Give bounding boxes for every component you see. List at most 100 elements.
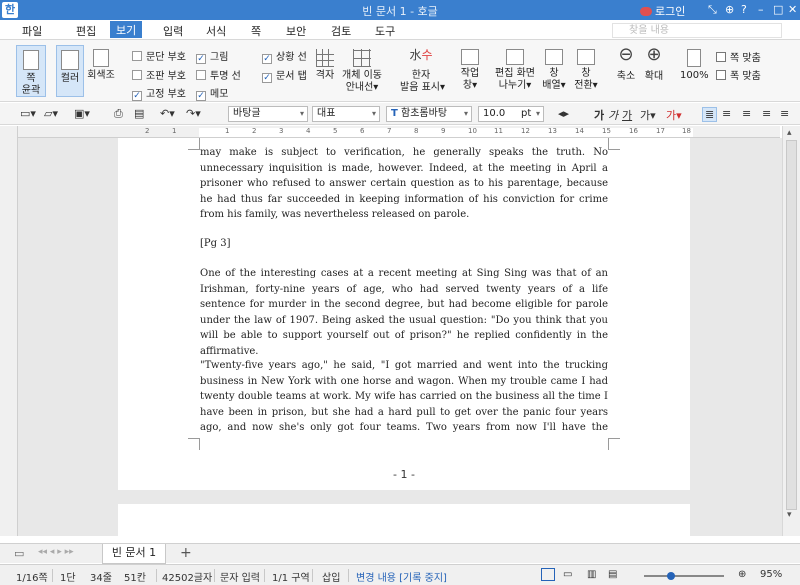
fullscreen-icon[interactable]: ⤡ (708, 3, 717, 17)
format-toolbar: ▭▾ ▱▾ ▣▾ ⎙ ▤ ↶▾ ↷▾ 바탕글 ▾ 대표 ▾ T 함초롬바탕 ▾ 10.… (0, 103, 800, 125)
check-transparent-line[interactable]: 투명 선 (196, 67, 241, 82)
align-justify-button[interactable]: ≣ (702, 107, 718, 122)
font-color-button[interactable]: 가▾ (666, 107, 682, 123)
underline-button[interactable]: 가 (622, 107, 632, 123)
align-center-button[interactable]: ≡ (742, 107, 751, 120)
checkbox-checked[interactable]: ✓ (262, 54, 272, 64)
align-left-button[interactable]: ≡ (722, 107, 731, 120)
zoom-out-button[interactable]: ⊖ 축소 (613, 46, 639, 83)
status-input-mode[interactable]: 문자 입력 (220, 569, 260, 584)
open-icon[interactable]: ▱▾ (44, 107, 58, 120)
status-line: 34줄 (90, 573, 112, 584)
menu-file[interactable]: 파일 (22, 23, 42, 39)
document-page[interactable]: may make is subject to verification, he … (118, 138, 690, 490)
language-select[interactable]: 대표 ▾ (312, 106, 380, 122)
switch-window-button[interactable]: 창 전환▾ (572, 49, 600, 92)
body-paragraph[interactable]: may make is subject to verification, he … (200, 145, 608, 223)
page-marker-paragraph[interactable]: [Pg 3] (200, 236, 608, 252)
hanja-pronounce-button[interactable]: 水수 한자 발음 표시▾ (400, 49, 445, 94)
align-right-button[interactable]: ≡ (762, 107, 771, 120)
checkbox[interactable] (132, 51, 142, 61)
help-icon[interactable]: ? (741, 3, 747, 16)
maximize-button[interactable]: □ (773, 3, 783, 16)
color-button[interactable]: 컬러 (56, 45, 84, 97)
page-down-icon[interactable]: ▾ (787, 510, 792, 520)
checkbox-checked[interactable]: ✓ (196, 54, 206, 64)
arrange-window-button[interactable]: 창 배열▾ (540, 49, 568, 92)
view-web-icon[interactable]: ▭ (563, 569, 572, 580)
bold-button[interactable]: 가 (594, 107, 604, 123)
zoom-slider-thumb[interactable] (667, 572, 675, 580)
view-draft-icon[interactable]: ▤ (608, 569, 617, 580)
menu-format[interactable]: 서식 (206, 23, 226, 39)
checkbox-checked[interactable]: ✓ (132, 91, 142, 101)
style-select[interactable]: 바탕글 ▾ (228, 106, 308, 122)
fit-width-button[interactable]: 폭 맞춤 (716, 67, 761, 82)
undo-icon[interactable]: ↶▾ (160, 107, 175, 120)
fit-page-button[interactable]: 쪽 맞춤 (716, 49, 761, 64)
checkbox[interactable] (196, 70, 206, 80)
close-button[interactable]: ✕ (788, 3, 797, 16)
checkbox-checked[interactable]: ✓ (196, 91, 206, 101)
italic-button[interactable]: 가 (608, 107, 618, 123)
print-icon[interactable]: ⎙ (114, 107, 123, 121)
check-status-line[interactable]: ✓ 상황 선 (262, 48, 307, 64)
guide-line-button[interactable]: 개체 이동 안내선▾ (342, 49, 382, 94)
vertical-ruler[interactable] (0, 126, 18, 536)
next-page[interactable] (118, 504, 690, 536)
menu-tools[interactable]: 도구 (375, 23, 395, 39)
grayscale-button[interactable]: 회색조 (87, 49, 115, 82)
page-outline-button[interactable]: 쪽 윤곽 (16, 45, 46, 97)
body-paragraph[interactable]: "Twenty-five years ago," he said, "I got… (200, 358, 608, 434)
font-select[interactable]: T 함초롬바탕 ▾ (386, 106, 472, 122)
horizontal-ruler[interactable]: 2 1 1 2 3 4 5 6 7 8 9 10 11 12 13 14 15 … (18, 126, 780, 138)
font-size-input[interactable]: 10.0 pt ▾ (478, 106, 544, 122)
tab-document-1[interactable]: 빈 문서 1 (102, 544, 166, 564)
status-insert-mode[interactable]: 삽입 (322, 569, 340, 584)
move-icon[interactable]: ⊕ (725, 3, 734, 16)
body-paragraph[interactable]: One of the interesting cases at a recent… (200, 266, 608, 359)
check-picture[interactable]: ✓ 그림 (196, 48, 228, 64)
check-doc-tab[interactable]: ✓ 문서 탭 (262, 67, 307, 83)
menu-edit[interactable]: 편집 (76, 23, 96, 39)
align-distribute-button[interactable]: ≡ (780, 107, 789, 120)
font-size-stepper[interactable]: ◂▸ (558, 107, 569, 120)
status-track-changes[interactable]: 변경 내용 [기록 중지] (356, 569, 447, 584)
preview-icon[interactable]: ▤ (134, 107, 144, 120)
add-tab-button[interactable]: + (180, 545, 192, 561)
strike-button[interactable]: 가▾ (640, 107, 656, 123)
task-pane-button[interactable]: 작업 창▾ (456, 49, 484, 92)
view-page-icon[interactable] (541, 568, 555, 581)
redo-icon[interactable]: ↷▾ (186, 107, 201, 120)
scroll-thumb[interactable] (786, 140, 797, 510)
tab-nav-icons[interactable]: ◂◂ ◂ ▸ ▸▸ (38, 547, 74, 557)
zoom-in-button[interactable]: ⊕ 확대 (641, 46, 667, 83)
view-outline-icon[interactable]: ▥ (587, 569, 596, 580)
zoom-slider[interactable] (644, 575, 724, 577)
save-icon[interactable]: ▣▾ (74, 107, 90, 120)
margin-corner (188, 438, 200, 450)
vertical-scrollbar[interactable]: ▴ ▾ (782, 126, 800, 536)
check-paragraph-mark[interactable]: 문단 부호 (132, 48, 186, 63)
split-view-button[interactable]: 편집 화면 나누기▾ (494, 49, 536, 92)
menu-security[interactable]: 보안 (286, 23, 306, 39)
checkbox[interactable] (132, 70, 142, 80)
check-memo[interactable]: ✓ 메모 (196, 85, 228, 101)
grid-button[interactable]: 격자 (313, 49, 337, 82)
check-layout-mark[interactable]: 조판 부호 (132, 67, 186, 82)
menu-review[interactable]: 검토 (331, 23, 351, 39)
check-fixed-mark[interactable]: ✓ 고정 부호 (132, 85, 186, 101)
new-doc-icon[interactable]: ▭▾ (20, 107, 36, 120)
login-button[interactable]: 로그인 (640, 3, 685, 19)
menu-insert[interactable]: 입력 (163, 23, 183, 39)
tab-list-icon[interactable]: ▭ (14, 547, 24, 560)
menu-search-input[interactable]: 찾을 내용 (612, 23, 782, 38)
menu-view[interactable]: 보기 (110, 21, 143, 38)
zoom-in-small-icon[interactable]: ⊕ (738, 569, 746, 580)
minimize-button[interactable]: – (758, 3, 764, 16)
menu-page[interactable]: 쪽 (251, 23, 261, 39)
scroll-up-icon[interactable]: ▴ (787, 128, 792, 138)
checkbox-checked[interactable]: ✓ (262, 73, 272, 83)
status-zoom[interactable]: 95% (760, 569, 782, 580)
zoom-100-button[interactable]: 100% (680, 49, 709, 82)
